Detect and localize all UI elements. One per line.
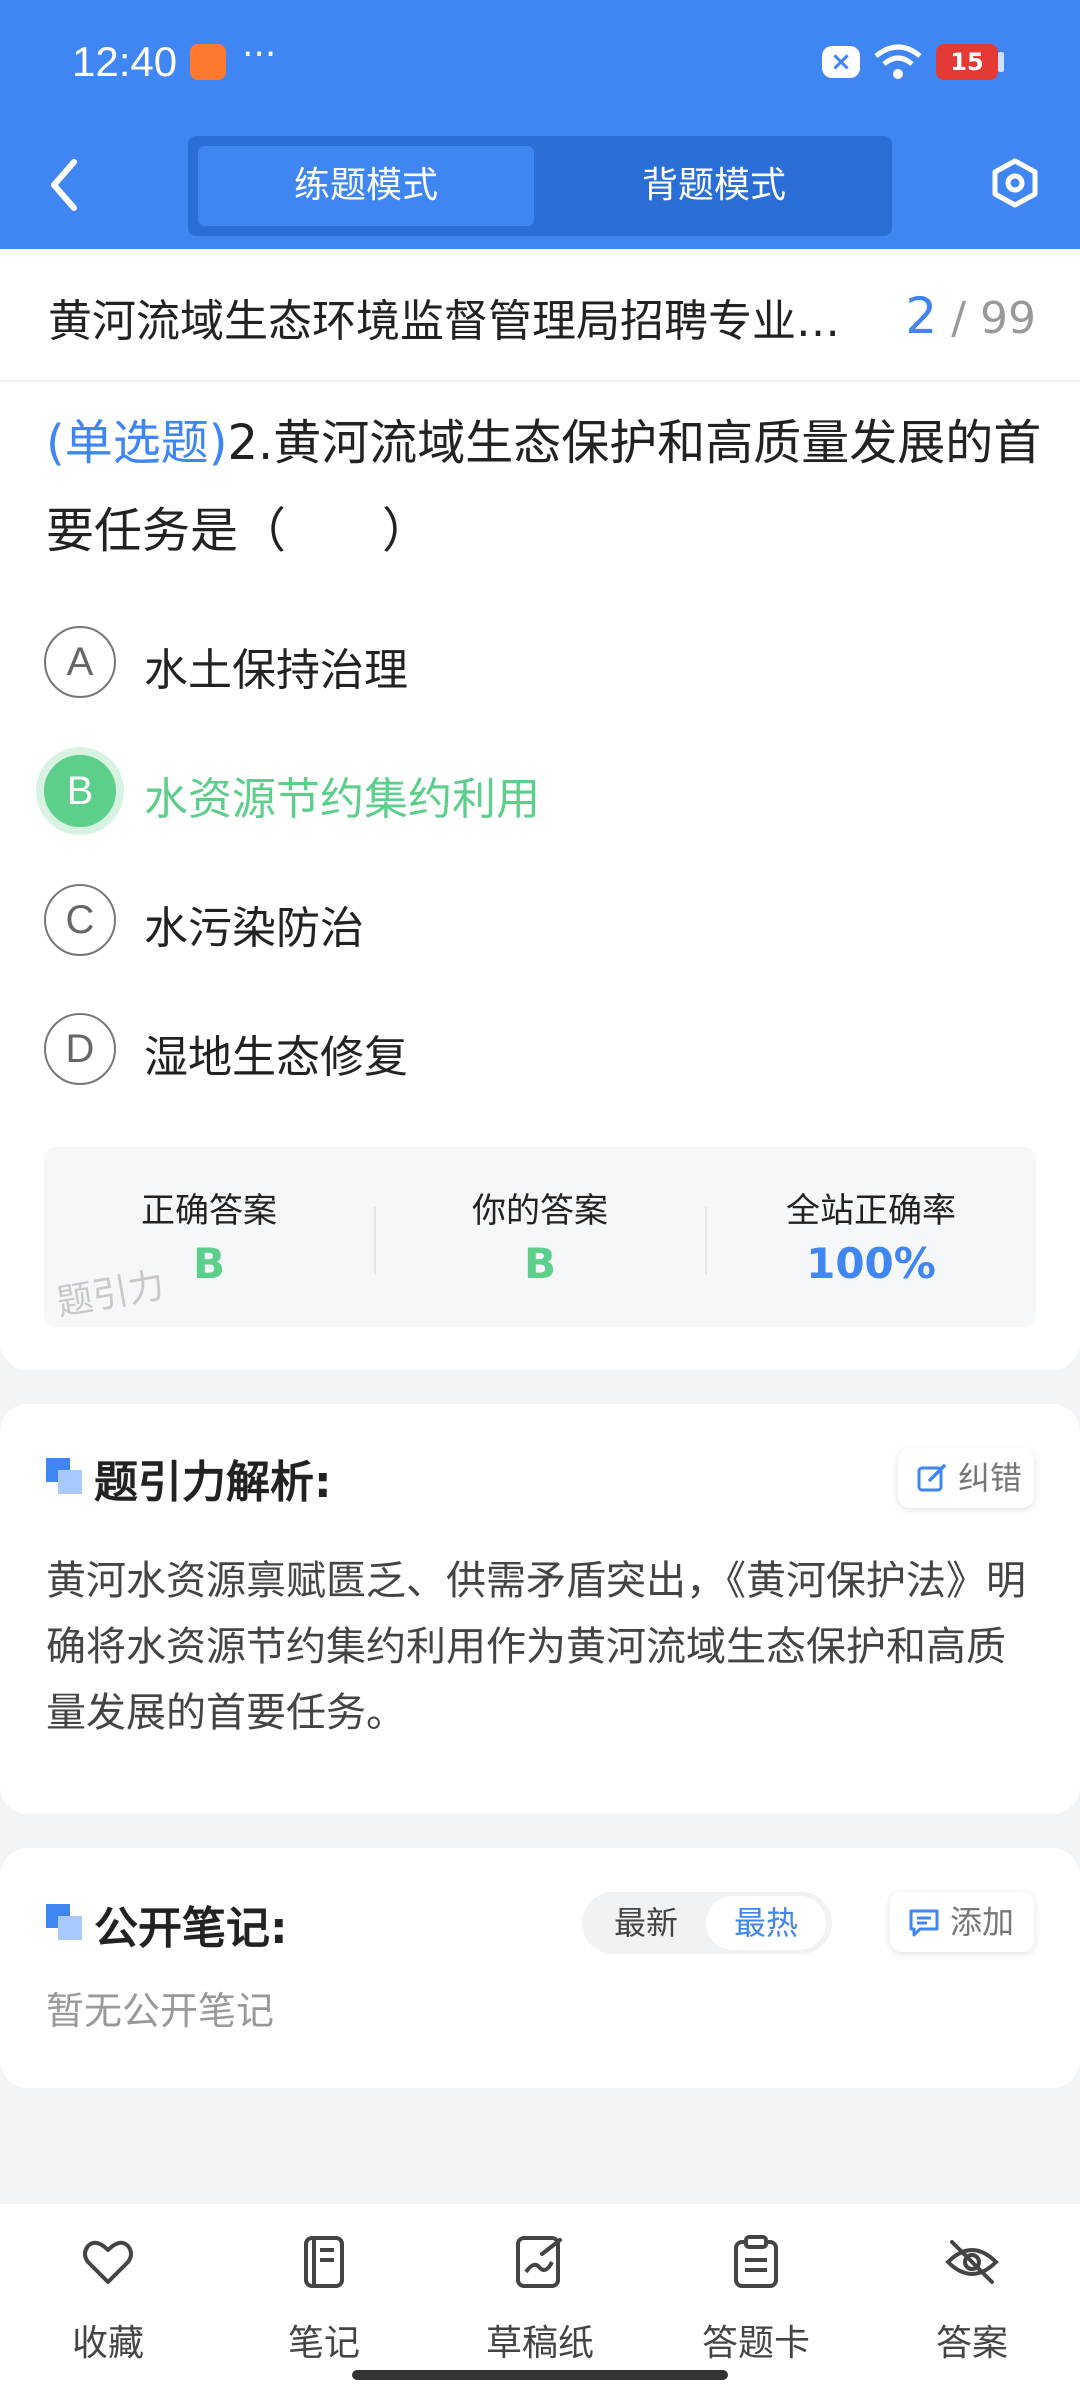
option-d[interactable]: D 湿地生态修复 bbox=[44, 1013, 1024, 1093]
analysis-card: 题引力解析: 纠错 黄河水资源禀赋匮乏、供需矛盾突出，《黄河保护法》明确将水资源… bbox=[0, 1404, 1080, 1814]
option-a[interactable]: A 水土保持治理 bbox=[44, 626, 1024, 706]
option-letter: A bbox=[44, 626, 116, 698]
answer-sheet-button[interactable]: 答题卡 bbox=[666, 2226, 846, 2376]
status-time: 12:40 bbox=[72, 38, 178, 85]
sort-hot-button[interactable]: 最热 bbox=[706, 1896, 826, 1950]
current-question-number: 2 bbox=[905, 287, 938, 345]
favorite-button[interactable]: 收藏 bbox=[18, 2226, 198, 2376]
tab-practice-mode[interactable]: 练题模式 bbox=[198, 146, 534, 226]
battery-tip bbox=[998, 52, 1004, 72]
accuracy-label: 全站正确率 bbox=[786, 1191, 956, 1231]
your-answer-value: B bbox=[523, 1239, 556, 1288]
paper-title: 黄河流域生态环境监督管理局招聘专业… bbox=[48, 296, 840, 347]
show-answer-label: 答案 bbox=[935, 2323, 1008, 2364]
notes-label: 笔记 bbox=[287, 2323, 360, 2364]
answer-sheet-label: 答题卡 bbox=[701, 2323, 810, 2364]
divider bbox=[0, 380, 1080, 382]
option-letter: D bbox=[44, 1013, 116, 1085]
notes-sort-toggle: 最新 最热 bbox=[582, 1892, 832, 1954]
heart-icon bbox=[83, 2240, 133, 2284]
empty-notes-text: 暂无公开笔记 bbox=[46, 1989, 275, 2033]
show-answer-button[interactable]: 答案 bbox=[882, 2226, 1062, 2376]
option-b[interactable]: B 水资源节约集约利用 bbox=[44, 755, 1024, 835]
favorite-label: 收藏 bbox=[71, 2323, 144, 2364]
section-icon bbox=[46, 1458, 82, 1494]
option-text: 湿地生态修复 bbox=[144, 1032, 408, 1083]
option-letter: C bbox=[44, 884, 116, 956]
notebook-icon bbox=[304, 2236, 344, 2288]
your-answer-stat: 你的答案 B bbox=[375, 1147, 705, 1327]
settings-icon[interactable] bbox=[990, 158, 1040, 208]
report-error-button[interactable]: 纠错 bbox=[898, 1448, 1034, 1508]
notes-title: 公开笔记: bbox=[94, 1903, 288, 1954]
question-stem: (单选题)2.黄河流域生态保护和高质量发展的首要任务是（ ） bbox=[46, 399, 1046, 575]
scratch-paper-button[interactable]: 草稿纸 bbox=[450, 2226, 630, 2376]
option-text: 水污染防治 bbox=[144, 903, 364, 954]
question-counter: 2 / 99 bbox=[905, 287, 1036, 345]
analysis-text: 黄河水资源禀赋匮乏、供需矛盾突出，《黄河保护法》明确将水资源节约集约利用作为黄河… bbox=[46, 1558, 1026, 1736]
your-answer-label: 你的答案 bbox=[472, 1191, 608, 1231]
correct-answer-label: 正确答案 bbox=[141, 1191, 277, 1231]
back-arrow-icon[interactable] bbox=[40, 150, 88, 220]
clipboard-icon bbox=[734, 2235, 778, 2288]
tab-memorize-mode[interactable]: 背题模式 bbox=[546, 146, 882, 226]
app-notification-icon bbox=[190, 44, 226, 80]
scratch-paper-label: 草稿纸 bbox=[485, 2323, 594, 2364]
comment-icon bbox=[909, 1909, 939, 1937]
scratch-paper-icon bbox=[516, 2236, 562, 2288]
option-letter: B bbox=[44, 755, 116, 827]
answer-stats: 正确答案 B 你的答案 B 全站正确率 100% 题引力 bbox=[44, 1147, 1036, 1327]
edit-icon bbox=[917, 1464, 946, 1492]
accuracy-stat: 全站正确率 100% bbox=[706, 1147, 1036, 1327]
accuracy-value: 100% bbox=[806, 1239, 936, 1288]
sort-latest-button[interactable]: 最新 bbox=[586, 1896, 706, 1950]
question-type: (单选题) bbox=[46, 415, 228, 471]
option-text: 水资源节约集约利用 bbox=[144, 774, 540, 825]
option-text: 水土保持治理 bbox=[144, 645, 408, 696]
sim-off-icon: × bbox=[822, 46, 860, 78]
notes-card: 公开笔记: 最新 最热 添加 暂无公开笔记 bbox=[0, 1848, 1080, 2088]
analysis-title: 题引力解析: bbox=[94, 1457, 332, 1508]
section-icon bbox=[46, 1904, 82, 1940]
total-questions: / 99 bbox=[951, 293, 1036, 344]
mode-switch: 练题模式 背题模式 bbox=[188, 136, 892, 236]
home-indicator[interactable] bbox=[352, 2370, 728, 2380]
more-notifications-icon: ··· bbox=[242, 34, 277, 75]
report-error-label: 纠错 bbox=[958, 1459, 1023, 1497]
add-note-button[interactable]: 添加 bbox=[890, 1892, 1034, 1952]
option-c[interactable]: C 水污染防治 bbox=[44, 884, 1024, 964]
wifi-icon bbox=[874, 44, 922, 79]
eye-off-icon bbox=[945, 2240, 999, 2284]
question-card: 黄河流域生态环境监督管理局招聘专业… 2 / 99 (单选题)2.黄河流域生态保… bbox=[0, 249, 1080, 1370]
header: 12:40 ··· × 15 练题模式 背题模式 bbox=[0, 0, 1080, 249]
battery-icon: 15 bbox=[936, 44, 998, 80]
notes-button[interactable]: 笔记 bbox=[234, 2226, 414, 2376]
add-note-label: 添加 bbox=[950, 1903, 1015, 1941]
